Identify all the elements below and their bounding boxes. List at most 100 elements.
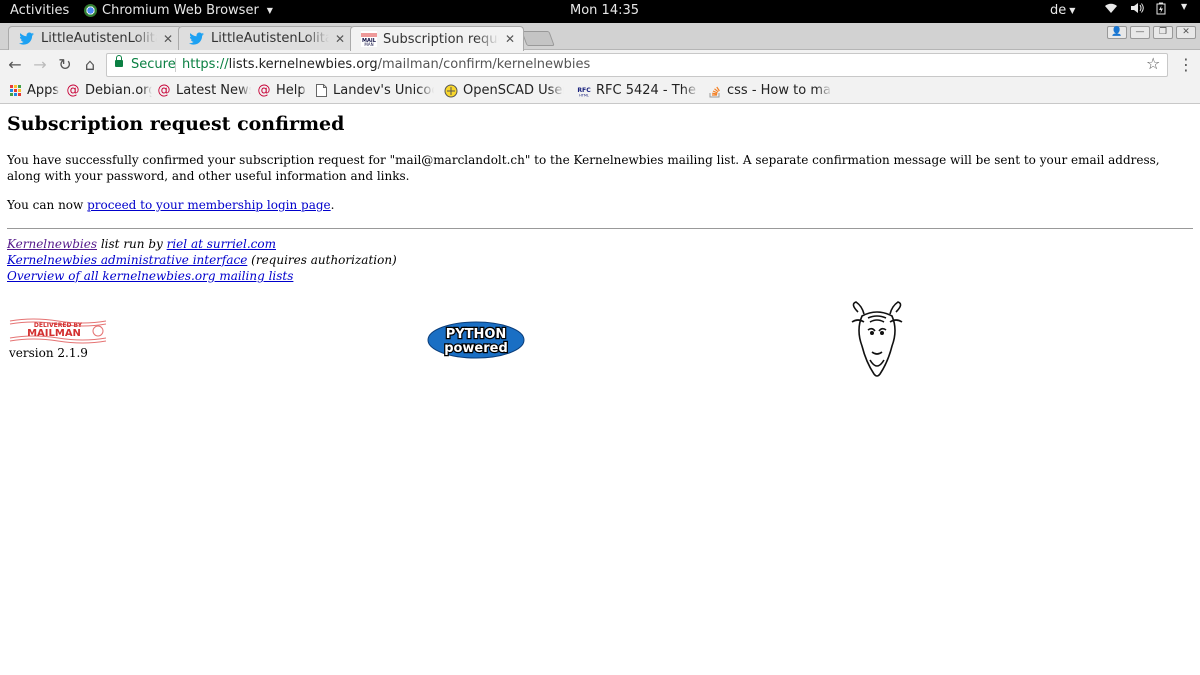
app-menu[interactable]: Chromium Web Browser ▼ [84, 3, 273, 18]
maximize-icon[interactable]: ❐ [1153, 26, 1173, 39]
new-tab-button[interactable] [521, 31, 555, 46]
list-run-by-text: list run by [97, 237, 167, 251]
page-footer: Kernelnewbies list run by riel at surrie… [7, 236, 397, 284]
keyboard-layout-label: de [1050, 3, 1067, 18]
bookmark-label: Help [276, 83, 306, 98]
tab-twitter-2[interactable]: LittleAutistenLolita (@ ✕ [178, 26, 354, 50]
tab-title: LittleAutistenLolita (@ [211, 31, 329, 46]
overview-lists-link[interactable]: Overview of all kernelnewbies.org mailin… [7, 269, 293, 283]
bookmark-star-icon[interactable]: ☆ [1146, 54, 1160, 73]
url-scheme: https:// [182, 57, 229, 72]
reload-icon[interactable]: ↻ [55, 55, 75, 75]
home-icon[interactable]: ⌂ [80, 55, 100, 75]
bookmark-debian-org[interactable]: @ Debian.org [66, 83, 153, 98]
bookmark-help[interactable]: @ Help [257, 83, 307, 98]
stackoverflow-icon [708, 84, 722, 98]
mailman-icon: MAIL MAN [361, 31, 377, 47]
window-close-icon[interactable]: ✕ [1176, 26, 1196, 39]
tab-title: Subscription request confirmed [383, 31, 499, 47]
admin-interface-link[interactable]: Kernelnewbies administrative interface [7, 253, 247, 267]
profile-icon[interactable]: 👤 [1107, 26, 1127, 39]
url-host: lists.kernelnewbies.org [228, 57, 378, 72]
debian-swirl-icon: @ [66, 83, 80, 98]
openscad-icon [444, 84, 458, 98]
gnu-head-logo[interactable] [848, 300, 906, 380]
wifi-icon [1104, 2, 1118, 19]
bookmark-label: Latest News [176, 83, 251, 98]
svg-text:powered: powered [444, 341, 508, 356]
address-bar[interactable]: Secure https://lists.kernelnewbies.org/m… [106, 53, 1168, 77]
bookmark-label: css - How to mak [727, 83, 832, 98]
login-instruction-prefix: You can now [7, 198, 88, 212]
close-icon[interactable]: ✕ [505, 32, 515, 46]
bookmark-openscad[interactable]: OpenSCAD User M [444, 83, 564, 98]
membership-login-link[interactable]: proceed to your membership login page [87, 198, 331, 212]
bookmarks-bar: Apps @ Debian.org @ Latest News @ Help L… [0, 80, 1200, 104]
back-arrow-icon[interactable]: ← [5, 55, 25, 75]
footer-line-list: Kernelnewbies list run by riel at surrie… [7, 236, 397, 252]
mailman-version: version 2.1.9 [9, 346, 88, 360]
chevron-down-icon: ▼ [266, 6, 273, 15]
keyboard-layout-indicator[interactable]: de ▼ [1050, 3, 1075, 18]
svg-text:MAILMAN: MAILMAN [27, 328, 81, 339]
chevron-down-icon: ▼ [1069, 6, 1076, 15]
url-text[interactable]: https://lists.kernelnewbies.org/mailman/… [182, 54, 590, 76]
url-path: /mailman/confirm/kernelnewbies [377, 57, 591, 72]
python-powered-logo[interactable]: PYTHON powered [427, 321, 525, 359]
minimize-icon[interactable]: — [1130, 26, 1150, 39]
bookmark-label: Landev's Unicode [333, 83, 434, 98]
bookmark-landev-unicode[interactable]: Landev's Unicode [314, 83, 434, 98]
bookmark-label: Apps [27, 83, 60, 98]
battery-icon [1156, 2, 1166, 19]
kebab-menu-icon[interactable]: ⋮ [1178, 55, 1194, 75]
close-icon[interactable]: ✕ [335, 32, 345, 46]
clock[interactable]: Mon 14:35 [570, 3, 639, 18]
system-menu[interactable]: ▼ [1104, 2, 1187, 19]
secure-label[interactable]: Secure [131, 54, 176, 76]
svg-text:PYTHON: PYTHON [446, 327, 507, 342]
omnibox-separator [175, 58, 176, 72]
bookmark-apps[interactable]: Apps [8, 83, 60, 98]
twitter-bird-icon [189, 31, 205, 47]
gnome-top-bar: Activities Chromium Web Browser ▼ Mon 14… [0, 0, 1200, 23]
rfc-icon: RFC HTML [577, 84, 591, 98]
bookmark-latest-news[interactable]: @ Latest News [157, 83, 252, 98]
divider [7, 228, 1193, 229]
bookmark-label: RFC 5424 - The S [596, 83, 699, 98]
bookmark-label: Debian.org [85, 83, 152, 98]
app-menu-label: Chromium Web Browser [102, 3, 259, 18]
tab-subscription-confirmed[interactable]: MAILMAN Subscription request confirmed ✕ [350, 26, 524, 51]
login-instruction-suffix: . [330, 198, 335, 212]
login-instruction: You can now proceed to your membership l… [7, 198, 335, 212]
admin-note: (requires authorization) [247, 253, 397, 267]
window-controls: 👤 — ❐ ✕ [1107, 26, 1196, 39]
page-content: Subscription request confirmed You have … [0, 105, 1200, 675]
list-owner-link[interactable]: riel at surriel.com [167, 237, 276, 251]
twitter-bird-icon [19, 31, 35, 47]
tab-strip: LittleAutistenLolita (@ ✕ LittleAutisten… [0, 23, 1200, 51]
page-icon [314, 84, 328, 98]
forward-arrow-icon[interactable]: → [30, 55, 50, 75]
chromium-icon [84, 4, 97, 17]
close-icon[interactable]: ✕ [163, 32, 173, 46]
bookmark-css-stackoverflow[interactable]: css - How to mak [708, 83, 832, 98]
footer-line-overview: Overview of all kernelnewbies.org mailin… [7, 268, 397, 284]
tab-twitter-1[interactable]: LittleAutistenLolita (@ ✕ [8, 26, 182, 50]
debian-swirl-icon: @ [157, 83, 171, 98]
mailman-logo[interactable]: DELIVERED BY MAILMAN [8, 315, 108, 345]
bookmark-rfc-5424[interactable]: RFC HTML RFC 5424 - The S [577, 83, 699, 98]
apps-grid-icon [8, 84, 22, 98]
footer-line-admin: Kernelnewbies administrative interface (… [7, 252, 397, 268]
tab-title: LittleAutistenLolita (@ [41, 31, 157, 46]
debian-swirl-icon: @ [257, 83, 271, 98]
bookmark-label: OpenSCAD User M [463, 83, 564, 98]
chevron-down-icon: ▼ [1181, 2, 1188, 11]
confirmation-message: You have successfully confirmed your sub… [7, 153, 1160, 183]
volume-icon [1130, 2, 1144, 19]
svg-text:HTML: HTML [579, 93, 589, 97]
lock-icon[interactable] [115, 55, 123, 67]
list-info-link[interactable]: Kernelnewbies [7, 237, 97, 251]
page-title: Subscription request confirmed [7, 113, 345, 135]
activities-button[interactable]: Activities [10, 3, 69, 18]
svg-text:MAN: MAN [364, 42, 373, 47]
